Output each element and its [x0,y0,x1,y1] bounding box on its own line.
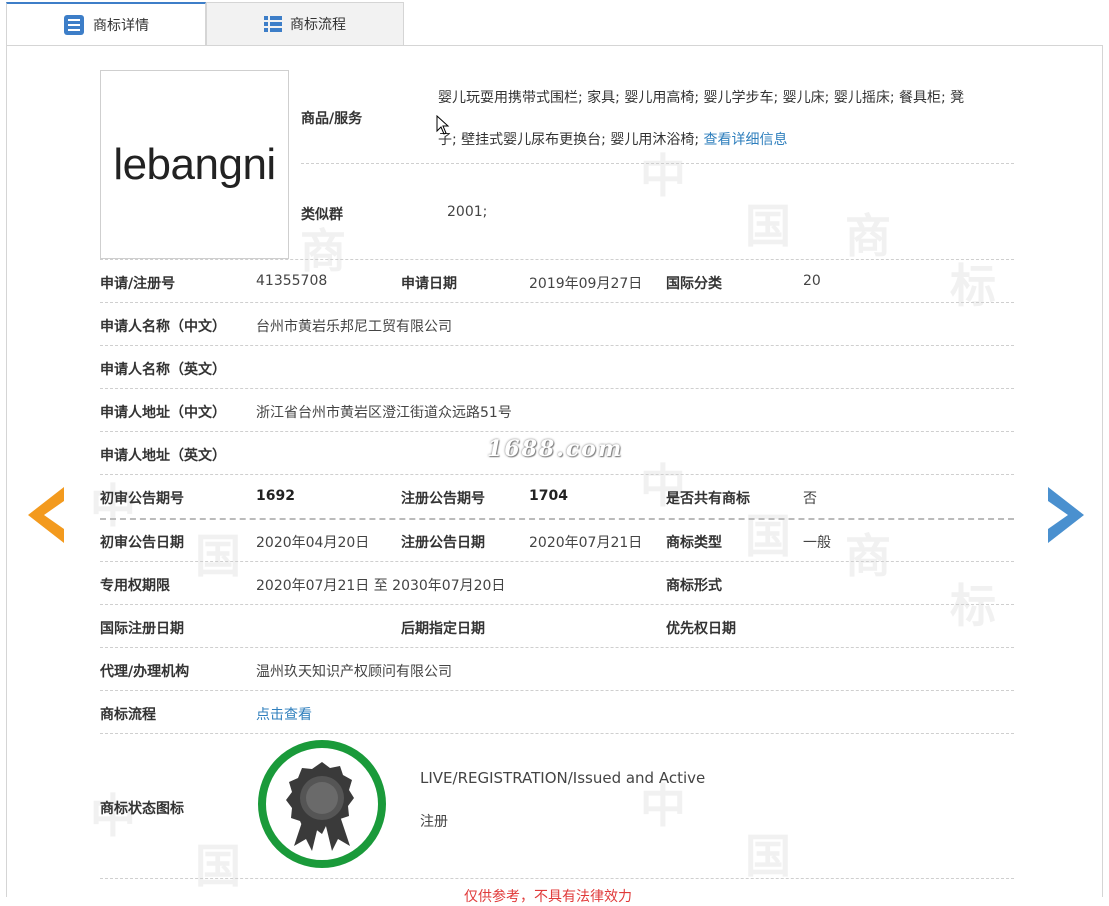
mouse-cursor-icon [436,115,450,135]
divider [100,878,1014,879]
agent-value: 温州玖天知识产权顾问有限公司 [256,664,452,680]
bg-watermark: 标 [950,579,996,633]
trademark-image: lebangni [100,70,289,259]
reg-issue-value: 1704 [529,488,568,504]
agent-label: 代理/办理机构 [100,664,190,680]
reg-no-label: 申请/注册号 [100,276,176,292]
reg-date-value: 2020年07月21日 [529,535,643,551]
trademark-logo-text: lebangni [113,139,276,189]
tab-bar: 商标详情 商标流程 [6,2,404,46]
site-watermark: 1688.com [487,436,624,462]
flow-label: 商标流程 [100,707,156,723]
apply-date-value: 2019年09月27日 [529,276,643,292]
view-detail-link[interactable]: 查看详细信息 [704,132,788,148]
divider [301,163,1014,164]
intl-reg-date-label: 国际注册日期 [100,621,184,637]
reg-date-label: 注册公告日期 [401,535,485,551]
shared-label: 是否共有商标 [666,491,750,507]
address-cn-value: 浙江省台州市黄岩区澄江街道众远路51号 [256,405,512,421]
table-icon [264,15,282,33]
prev-arrow-icon[interactable] [28,487,66,543]
similar-group-value: 2001; [447,204,488,220]
applicant-en-label: 申请人名称（英文） [100,362,226,378]
tab-label: 商标详情 [93,18,149,34]
bg-watermark: 国 [195,839,241,893]
divider [100,690,1014,691]
tab-trademark-flow[interactable]: 商标流程 [206,2,404,46]
next-arrow-icon[interactable] [1046,487,1084,543]
priority-date-label: 优先权日期 [666,621,736,637]
disclaimer-text: 仅供参考，不具有法律效力 [464,889,632,905]
bg-watermark: 国 [745,829,791,883]
divider [100,259,1014,260]
similar-group-label: 类似群 [301,207,343,223]
apply-date-label: 申请日期 [401,276,457,292]
address-en-label: 申请人地址（英文） [100,448,226,464]
divider [100,561,1014,562]
status-label: 商标状态图标 [100,801,184,817]
tab-trademark-detail[interactable]: 商标详情 [6,2,206,46]
later-date-label: 后期指定日期 [401,621,485,637]
reg-issue-label: 注册公告期号 [401,491,485,507]
divider [100,647,1014,648]
goods-line-1: 婴儿玩耍用携带式围栏; 家具; 婴儿用高椅; 婴儿学步车; 婴儿床; 婴儿摇床;… [438,90,965,106]
intl-class-label: 国际分类 [666,276,722,292]
divider [100,431,1014,432]
tm-form-label: 商标形式 [666,578,722,594]
applicant-cn-value: 台州市黄岩乐邦尼工贸有限公司 [256,319,452,335]
prelim-issue-value: 1692 [256,488,295,504]
address-cn-label: 申请人地址（中文） [100,405,226,421]
view-flow-link[interactable]: 点击查看 [256,704,312,724]
bg-watermark: 国 [195,529,241,583]
tab-label: 商标流程 [290,17,346,33]
bg-watermark: 商 [300,224,346,278]
goods-label: 商品/服务 [301,111,363,127]
bg-watermark: 国 [745,509,791,563]
list-doc-icon [63,14,85,36]
divider [100,733,1014,734]
tm-type-label: 商标类型 [666,535,722,551]
exclusive-label: 专用权期限 [100,578,170,594]
exclusive-value: 2020年07月21日 至 2030年07月20日 [256,578,506,594]
bg-watermark: 商 [845,529,891,583]
divider [100,345,1014,346]
divider [100,518,1014,520]
divider [100,302,1014,303]
bg-watermark: 中 [640,149,686,203]
bg-watermark: 商 [845,209,891,263]
award-ribbon-icon [258,740,386,868]
status-en: LIVE/REGISTRATION/Issued and Active [420,769,706,787]
divider [100,388,1014,389]
goods-line-2: 子; 壁挂式婴儿尿布更换台; 婴儿用沐浴椅; 查看详细信息 [438,132,788,148]
intl-class-value: 20 [803,273,821,289]
prelim-date-label: 初审公告日期 [100,535,184,551]
bg-watermark: 国 [745,199,791,253]
divider [100,604,1014,605]
prelim-issue-label: 初审公告期号 [100,491,184,507]
divider [100,474,1014,475]
shared-value: 否 [803,491,817,507]
applicant-cn-label: 申请人名称（中文） [100,319,226,335]
reg-no-value: 41355708 [256,273,328,289]
prelim-date-value: 2020年04月20日 [256,535,370,551]
status-cn: 注册 [420,814,448,830]
tm-type-value: 一般 [803,535,831,551]
